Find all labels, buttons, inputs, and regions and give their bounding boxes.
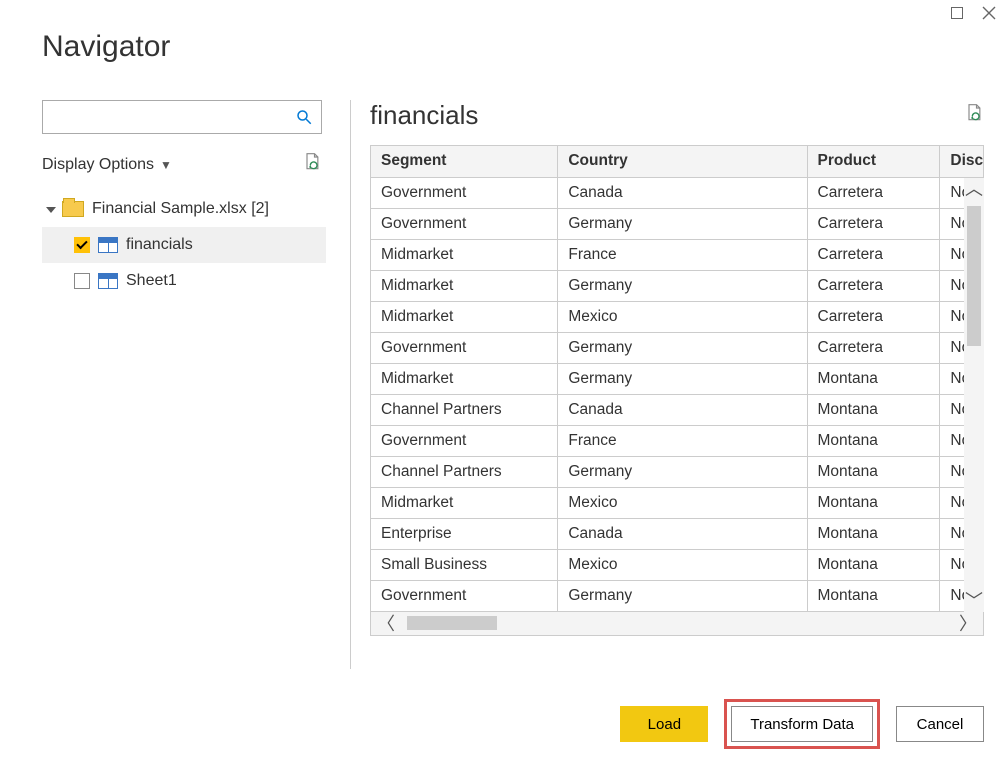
scroll-up-icon[interactable]: ︿ [965, 178, 983, 200]
table-cell: France [558, 425, 807, 456]
table-row[interactable]: Channel PartnersGermanyMontanaNo [371, 456, 984, 487]
table-cell: Enterprise [371, 518, 558, 549]
scroll-right-icon[interactable]: 〉 [959, 610, 977, 636]
scroll-thumb[interactable] [407, 616, 497, 630]
tree-item-sheet1[interactable]: Sheet1 [42, 263, 326, 299]
table-cell: Government [371, 580, 558, 611]
table-icon [98, 237, 118, 253]
refresh-tree-icon[interactable] [302, 152, 322, 177]
table-header-row: Segment Country Product Discou [371, 146, 984, 177]
table-cell: Germany [558, 332, 807, 363]
divider [350, 100, 351, 669]
table-row[interactable]: GovernmentFranceMontanaNo [371, 425, 984, 456]
table-cell: Carretera [807, 301, 940, 332]
preview-grid: Segment Country Product Discou Governmen… [370, 145, 984, 636]
table-row[interactable]: MidmarketGermanyMontanaNo [371, 363, 984, 394]
close-icon[interactable] [982, 6, 996, 20]
checkbox-financials[interactable] [74, 237, 90, 253]
column-header[interactable]: Discou [940, 146, 984, 177]
table-cell: Government [371, 425, 558, 456]
maximize-icon[interactable] [950, 6, 964, 20]
table-cell: Government [371, 208, 558, 239]
table-cell: Carretera [807, 208, 940, 239]
table-cell: Montana [807, 580, 940, 611]
transform-data-button[interactable]: Transform Data [731, 706, 873, 742]
table-cell: Canada [558, 518, 807, 549]
table-cell: Montana [807, 456, 940, 487]
folder-icon [62, 201, 84, 217]
navigator-tree: Financial Sample.xlsx [2] financials She… [42, 191, 342, 299]
refresh-preview-icon[interactable] [964, 103, 984, 128]
table-cell: Montana [807, 394, 940, 425]
table-cell: Mexico [558, 301, 807, 332]
table-row[interactable]: MidmarketGermanyCarreteraNo [371, 270, 984, 301]
caret-down-icon[interactable] [46, 207, 56, 213]
table-cell: Channel Partners [371, 394, 558, 425]
table-cell: Channel Partners [371, 456, 558, 487]
table-cell: Carretera [807, 239, 940, 270]
table-cell: Midmarket [371, 301, 558, 332]
table-cell: Germany [558, 456, 807, 487]
table-cell: Germany [558, 363, 807, 394]
table-cell: Mexico [558, 487, 807, 518]
table-row[interactable]: EnterpriseCanadaMontanaNo [371, 518, 984, 549]
table-cell: France [558, 239, 807, 270]
table-cell: Midmarket [371, 270, 558, 301]
tree-root-item[interactable]: Financial Sample.xlsx [2] [42, 191, 342, 227]
preview-title: financials [370, 100, 478, 131]
tree-root-label: Financial Sample.xlsx [2] [92, 200, 269, 218]
table-cell: Montana [807, 518, 940, 549]
scroll-thumb[interactable] [967, 206, 981, 346]
table-cell: Midmarket [371, 363, 558, 394]
chevron-down-icon: ▼ [160, 158, 172, 172]
table-cell: Government [371, 177, 558, 208]
tree-item-label: financials [126, 236, 193, 254]
column-header[interactable]: Country [558, 146, 807, 177]
tree-item-label: Sheet1 [126, 272, 177, 290]
table-row[interactable]: Channel PartnersCanadaMontanaNo [371, 394, 984, 425]
highlight-annotation: Transform Data [724, 699, 880, 749]
table-cell: Montana [807, 425, 940, 456]
table-row[interactable]: MidmarketMexicoMontanaNo [371, 487, 984, 518]
cancel-button[interactable]: Cancel [896, 706, 984, 742]
table-cell: Germany [558, 208, 807, 239]
page-title: Navigator [42, 30, 170, 64]
search-input[interactable] [42, 100, 322, 134]
table-cell: Canada [558, 177, 807, 208]
table-cell: Mexico [558, 549, 807, 580]
table-cell: Canada [558, 394, 807, 425]
search-icon [295, 108, 313, 126]
scroll-left-icon[interactable]: 〈 [377, 610, 395, 636]
table-cell: Germany [558, 270, 807, 301]
tree-item-financials[interactable]: financials [42, 227, 326, 263]
table-cell: Government [371, 332, 558, 363]
vertical-scrollbar[interactable]: ︿ ﹀ [964, 178, 984, 612]
table-row[interactable]: GovernmentGermanyMontanaNo [371, 580, 984, 611]
load-button[interactable]: Load [620, 706, 708, 742]
table-cell: Carretera [807, 177, 940, 208]
table-row[interactable]: Small BusinessMexicoMontanaNo [371, 549, 984, 580]
display-options-label: Display Options [42, 156, 154, 174]
table-row[interactable]: GovernmentCanadaCarreteraNo [371, 177, 984, 208]
display-options-dropdown[interactable]: Display Options ▼ [42, 156, 172, 174]
table-icon [98, 273, 118, 289]
table-cell: Midmarket [371, 239, 558, 270]
table-cell: Montana [807, 549, 940, 580]
table-cell: Carretera [807, 332, 940, 363]
table-cell: Montana [807, 487, 940, 518]
table-cell: Germany [558, 580, 807, 611]
column-header[interactable]: Product [807, 146, 940, 177]
horizontal-scrollbar[interactable]: 〈 〉 [371, 612, 984, 636]
table-cell: Montana [807, 363, 940, 394]
table-cell: Small Business [371, 549, 558, 580]
table-row[interactable]: MidmarketFranceCarreteraNo [371, 239, 984, 270]
table-row[interactable]: MidmarketMexicoCarreteraNo [371, 301, 984, 332]
scroll-down-icon[interactable]: ﹀ [965, 590, 983, 612]
table-cell: Carretera [807, 270, 940, 301]
table-cell: Midmarket [371, 487, 558, 518]
table-row[interactable]: GovernmentGermanyCarreteraNo [371, 208, 984, 239]
column-header[interactable]: Segment [371, 146, 558, 177]
table-row[interactable]: GovernmentGermanyCarreteraNo [371, 332, 984, 363]
checkbox-sheet1[interactable] [74, 273, 90, 289]
